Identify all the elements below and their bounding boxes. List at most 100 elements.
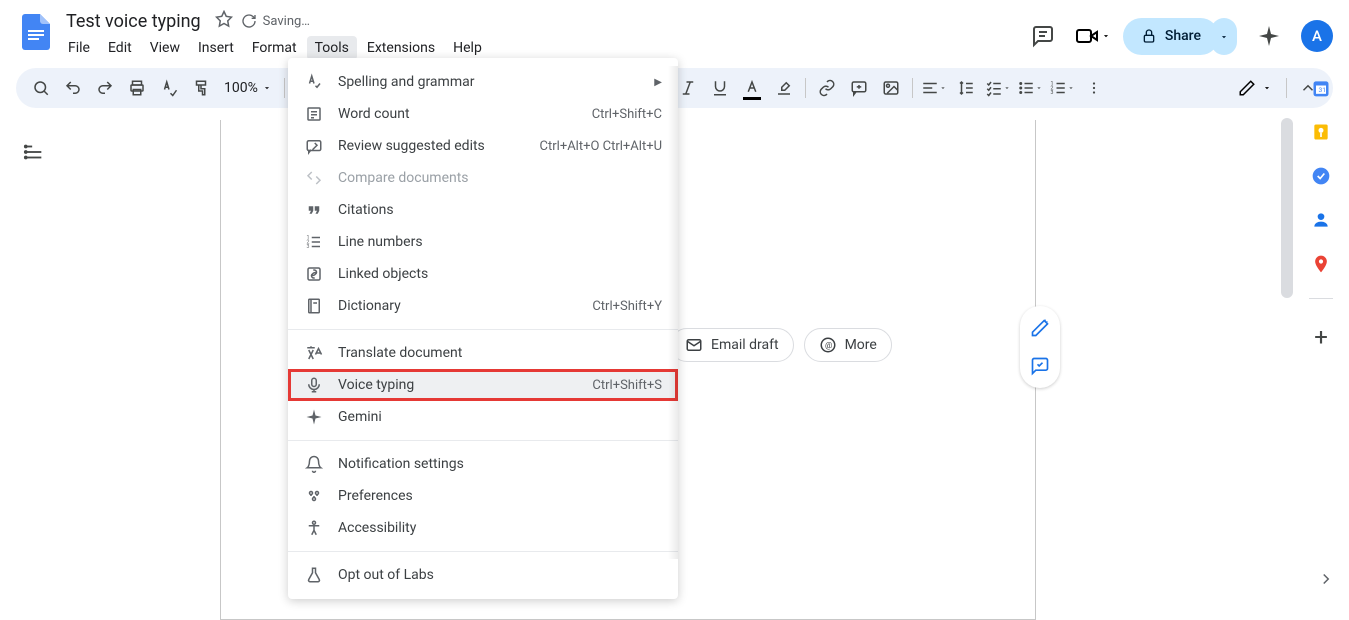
doc-title[interactable]: Test voice typing	[60, 9, 207, 34]
dd-line-numbers[interactable]: 123 Line numbers	[288, 226, 678, 258]
keep-icon[interactable]	[1311, 122, 1331, 142]
citations-icon	[304, 201, 324, 219]
gemini-icon[interactable]	[1249, 16, 1289, 56]
dd-notification[interactable]: Notification settings	[288, 448, 678, 480]
chip-email-draft[interactable]: Email draft	[670, 328, 794, 362]
zoom-value: 100%	[224, 80, 258, 96]
scrollbar[interactable]	[1281, 118, 1293, 298]
align-icon[interactable]	[919, 73, 949, 103]
saving-status: Saving…	[241, 13, 310, 29]
avatar[interactable]: A	[1301, 20, 1333, 52]
calendar-icon[interactable]: 31	[1311, 78, 1331, 98]
maps-icon[interactable]	[1311, 254, 1331, 274]
chip-more[interactable]: @ More	[804, 328, 892, 362]
dd-compare: Compare documents	[288, 162, 678, 194]
dd-opt-out-labs[interactable]: Opt out of Labs	[288, 559, 678, 591]
share-dropdown[interactable]	[1211, 18, 1237, 55]
dd-label: Review suggested edits	[338, 138, 528, 154]
insert-comment-icon[interactable]	[844, 73, 874, 103]
dd-gemini[interactable]: Gemini	[288, 401, 678, 433]
search-icon[interactable]	[26, 73, 56, 103]
labs-icon	[304, 566, 324, 584]
editing-mode-button[interactable]	[1230, 79, 1280, 97]
dd-review-edits[interactable]: Review suggested edits Ctrl+Alt+O Ctrl+A…	[288, 130, 678, 162]
insert-link-icon[interactable]	[812, 73, 842, 103]
comment-history-icon[interactable]	[1023, 16, 1063, 56]
dd-accessibility[interactable]: Accessibility	[288, 512, 678, 544]
menu-help[interactable]: Help	[445, 36, 490, 60]
dd-label: Voice typing	[338, 377, 580, 393]
text-color-icon[interactable]	[737, 73, 767, 103]
bullet-list-icon[interactable]	[1015, 73, 1045, 103]
dd-label: Word count	[338, 106, 580, 122]
dd-citations[interactable]: Citations	[288, 194, 678, 226]
highlight-icon[interactable]	[769, 73, 799, 103]
dd-label: Translate document	[338, 345, 662, 361]
compare-icon	[304, 169, 324, 187]
menubar: File Edit View Insert Format Tools Exten…	[60, 36, 1023, 60]
dd-shortcut: Ctrl+Alt+O Ctrl+Alt+U	[540, 139, 662, 154]
tools-dropdown: Spelling and grammar ▶ Word count Ctrl+S…	[288, 58, 678, 599]
spellcheck-icon	[304, 73, 324, 91]
line-numbers-icon: 123	[304, 233, 324, 251]
more-toolbar-icon[interactable]	[1079, 73, 1109, 103]
dd-word-count[interactable]: Word count Ctrl+Shift+C	[288, 98, 678, 130]
svg-text:3: 3	[1050, 90, 1053, 96]
linked-icon	[304, 265, 324, 283]
print-icon[interactable]	[122, 73, 152, 103]
dd-shortcut: Ctrl+Shift+C	[592, 107, 662, 122]
menu-file[interactable]: File	[60, 36, 98, 60]
tasks-icon[interactable]	[1311, 166, 1331, 186]
star-icon[interactable]	[215, 10, 233, 32]
dd-label: Gemini	[338, 409, 662, 425]
add-addon-icon[interactable]: +	[1314, 323, 1328, 351]
line-spacing-icon[interactable]	[951, 73, 981, 103]
suggest-edit-icon[interactable]	[1024, 350, 1056, 382]
menu-view[interactable]: View	[142, 36, 188, 60]
share-button[interactable]: Share	[1123, 18, 1219, 55]
accessibility-icon	[304, 519, 324, 537]
outline-toggle-icon[interactable]	[18, 136, 50, 168]
dd-translate[interactable]: Translate document	[288, 337, 678, 369]
menu-insert[interactable]: Insert	[190, 36, 242, 60]
collapse-sidepanel-icon[interactable]	[1317, 570, 1335, 592]
dd-label: Dictionary	[338, 298, 580, 314]
dd-label: Spelling and grammar	[338, 74, 654, 90]
zoom-selector[interactable]: 100%	[218, 80, 278, 96]
dd-spelling[interactable]: Spelling and grammar ▶	[288, 66, 678, 98]
review-icon	[304, 137, 324, 155]
insert-image-icon[interactable]	[876, 73, 906, 103]
dd-label: Citations	[338, 202, 662, 218]
dd-preferences[interactable]: Preferences	[288, 480, 678, 512]
dd-label: Notification settings	[338, 456, 662, 472]
svg-text:@: @	[825, 341, 833, 351]
underline-icon[interactable]	[705, 73, 735, 103]
numbered-list-icon[interactable]: 123	[1047, 73, 1077, 103]
menu-format[interactable]: Format	[244, 36, 305, 60]
docs-logo[interactable]	[16, 12, 56, 52]
dd-label: Opt out of Labs	[338, 567, 662, 583]
ai-write-icon[interactable]	[1024, 312, 1056, 344]
gemini-icon	[304, 408, 324, 426]
contacts-icon[interactable]	[1311, 210, 1331, 230]
dd-dictionary[interactable]: Dictionary Ctrl+Shift+Y	[288, 290, 678, 322]
saving-text: Saving…	[263, 14, 310, 29]
chip-label: More	[845, 337, 877, 353]
dd-linked-objects[interactable]: Linked objects	[288, 258, 678, 290]
dd-label: Preferences	[338, 488, 662, 504]
submenu-arrow-icon: ▶	[654, 77, 662, 88]
meet-button[interactable]	[1075, 24, 1111, 48]
undo-icon[interactable]	[58, 73, 88, 103]
menu-edit[interactable]: Edit	[100, 36, 140, 60]
menu-extensions[interactable]: Extensions	[359, 36, 443, 60]
chip-label: Email draft	[711, 337, 779, 353]
paint-format-icon[interactable]	[186, 73, 216, 103]
dd-label: Linked objects	[338, 266, 662, 282]
spellcheck-icon[interactable]	[154, 73, 184, 103]
dd-voice-typing[interactable]: Voice typing Ctrl+Shift+S	[288, 369, 678, 401]
preferences-icon	[304, 487, 324, 505]
svg-text:31: 31	[1319, 86, 1326, 94]
checklist-icon[interactable]	[983, 73, 1013, 103]
redo-icon[interactable]	[90, 73, 120, 103]
menu-tools[interactable]: Tools	[307, 36, 357, 60]
